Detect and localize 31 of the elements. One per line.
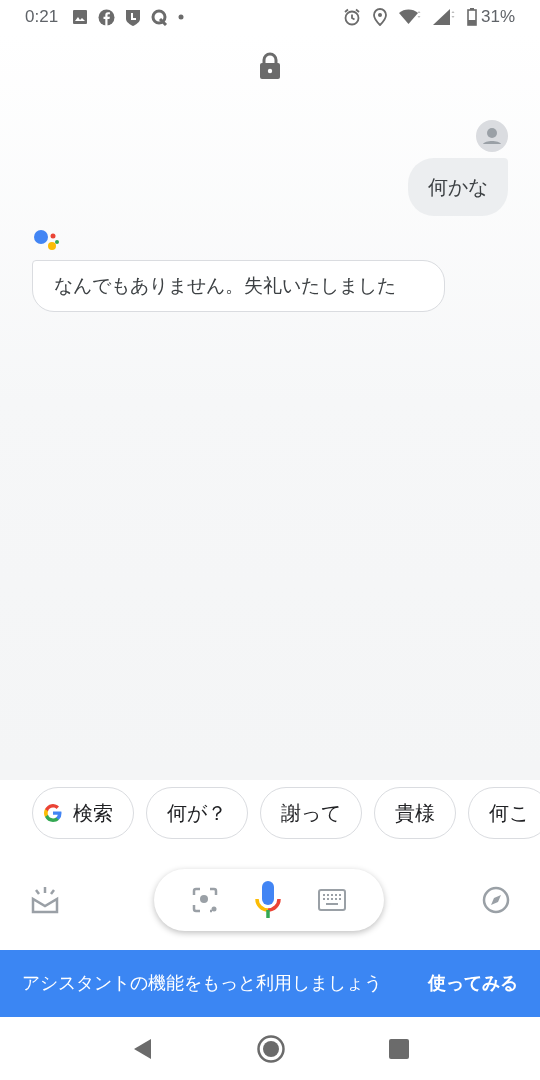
- keyboard-icon[interactable]: [318, 889, 346, 911]
- suggestion-chip[interactable]: 検索: [32, 787, 134, 839]
- home-icon[interactable]: [256, 1033, 286, 1064]
- suggestion-chip[interactable]: 何こ: [468, 787, 540, 839]
- microphone-icon[interactable]: [254, 881, 282, 919]
- try-it-button[interactable]: 使ってみる: [428, 970, 518, 997]
- avatar-icon: [476, 120, 508, 152]
- battery-percentage: 31%: [480, 6, 515, 29]
- suggestion-chip[interactable]: 謝って: [260, 787, 362, 839]
- lens-icon[interactable]: [192, 887, 218, 913]
- alarm-icon: [342, 8, 361, 26]
- suggestion-chip[interactable]: 貴様: [374, 787, 456, 839]
- recents-icon[interactable]: [388, 1038, 409, 1059]
- compass-icon[interactable]: [482, 886, 510, 914]
- cell-signal-icon: [432, 9, 455, 25]
- status-time: 0:21: [25, 6, 59, 29]
- lock-icon: [259, 52, 281, 80]
- location-pin-icon: [372, 8, 387, 26]
- suggestion-chip[interactable]: 何が？: [146, 787, 248, 839]
- assistant-message: なんでもありません。失礼いたしました: [32, 260, 445, 312]
- wifi-icon: [398, 9, 421, 25]
- q-icon: [151, 8, 169, 26]
- dot-icon: [178, 14, 185, 20]
- battery-icon: [466, 8, 477, 26]
- shield-icon: [125, 8, 142, 26]
- circle-letter-f-icon: [98, 8, 116, 26]
- image-icon: [72, 9, 89, 25]
- user-message: 何かな: [408, 158, 508, 216]
- g-logo-icon: [43, 803, 63, 823]
- inbox-icon[interactable]: [30, 886, 60, 914]
- banner-text: アシスタントの機能をもっと利用しましょう: [22, 972, 382, 995]
